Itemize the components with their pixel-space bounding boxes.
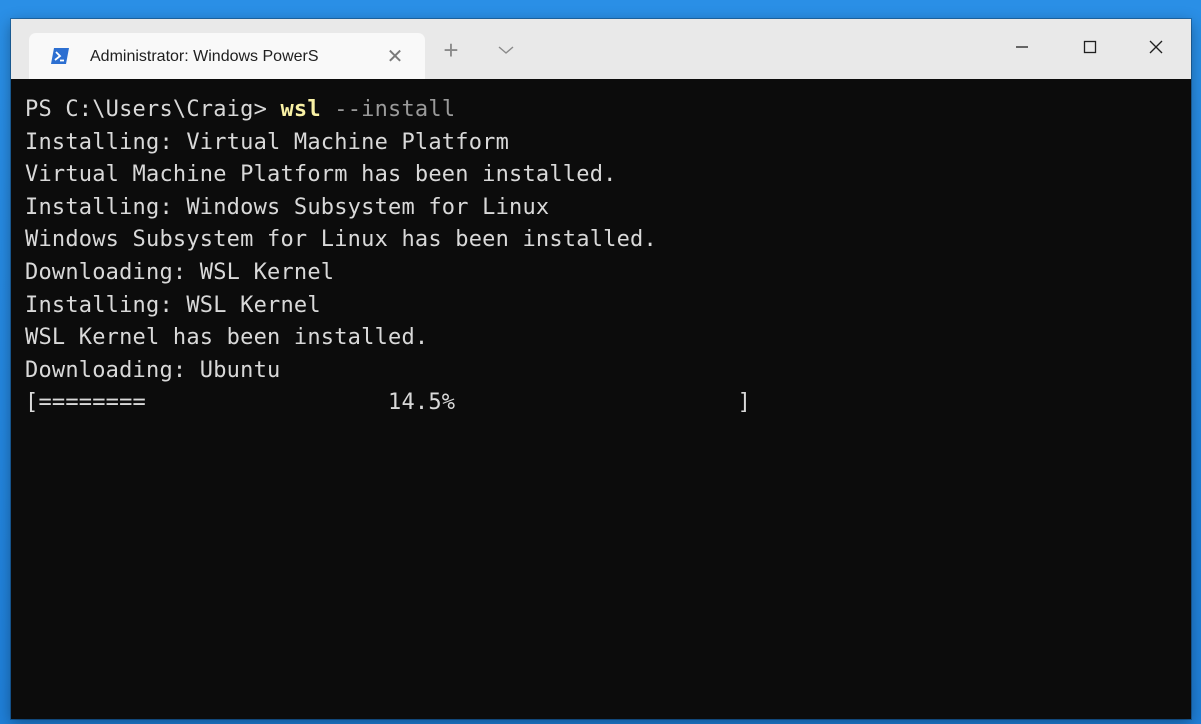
minimize-icon bbox=[1016, 46, 1028, 48]
command-argument: --install bbox=[320, 97, 456, 122]
powershell-icon bbox=[50, 47, 70, 65]
terminal-window: Administrator: Windows PowerS ✕ + PS C:\… bbox=[11, 19, 1191, 719]
output-line: Downloading: Ubuntu bbox=[25, 357, 281, 383]
prompt: PS C:\Users\Craig> bbox=[25, 97, 281, 122]
progress-line: [======== 14.5% ] bbox=[25, 390, 752, 416]
output-line: WSL Kernel has been installed. bbox=[25, 325, 429, 351]
desktop-background: Administrator: Windows PowerS ✕ + PS C:\… bbox=[0, 0, 1201, 724]
output-line: Windows Subsystem for Linux has been ins… bbox=[25, 227, 657, 253]
tab-title: Administrator: Windows PowerS bbox=[90, 48, 319, 65]
close-icon bbox=[1149, 40, 1163, 54]
chevron-down-icon bbox=[498, 46, 514, 54]
plus-icon: + bbox=[443, 34, 459, 65]
title-bar[interactable]: Administrator: Windows PowerS ✕ + bbox=[11, 19, 1191, 79]
minimize-button[interactable] bbox=[989, 19, 1055, 75]
output-line: Installing: WSL Kernel bbox=[25, 292, 321, 318]
output-line: Installing: Virtual Machine Platform bbox=[25, 129, 510, 155]
close-icon: ✕ bbox=[386, 45, 404, 68]
maximize-button[interactable] bbox=[1057, 19, 1123, 75]
maximize-icon bbox=[1083, 40, 1097, 54]
output-line: Virtual Machine Platform has been instal… bbox=[25, 162, 617, 188]
close-button[interactable] bbox=[1123, 19, 1189, 75]
close-tab-button[interactable]: ✕ bbox=[381, 42, 409, 70]
output-line: Installing: Windows Subsystem for Linux bbox=[25, 194, 550, 220]
tab-powershell[interactable]: Administrator: Windows PowerS ✕ bbox=[29, 33, 425, 79]
tab-dropdown-button[interactable] bbox=[493, 37, 519, 63]
command-text: wsl bbox=[280, 97, 321, 122]
output-line: Downloading: WSL Kernel bbox=[25, 259, 335, 285]
prompt-line: PS C:\Users\Craig> wsl --install bbox=[25, 94, 1191, 127]
terminal-output-area[interactable]: PS C:\Users\Craig> wsl --install Install… bbox=[11, 79, 1191, 719]
new-tab-button[interactable]: + bbox=[436, 35, 466, 65]
